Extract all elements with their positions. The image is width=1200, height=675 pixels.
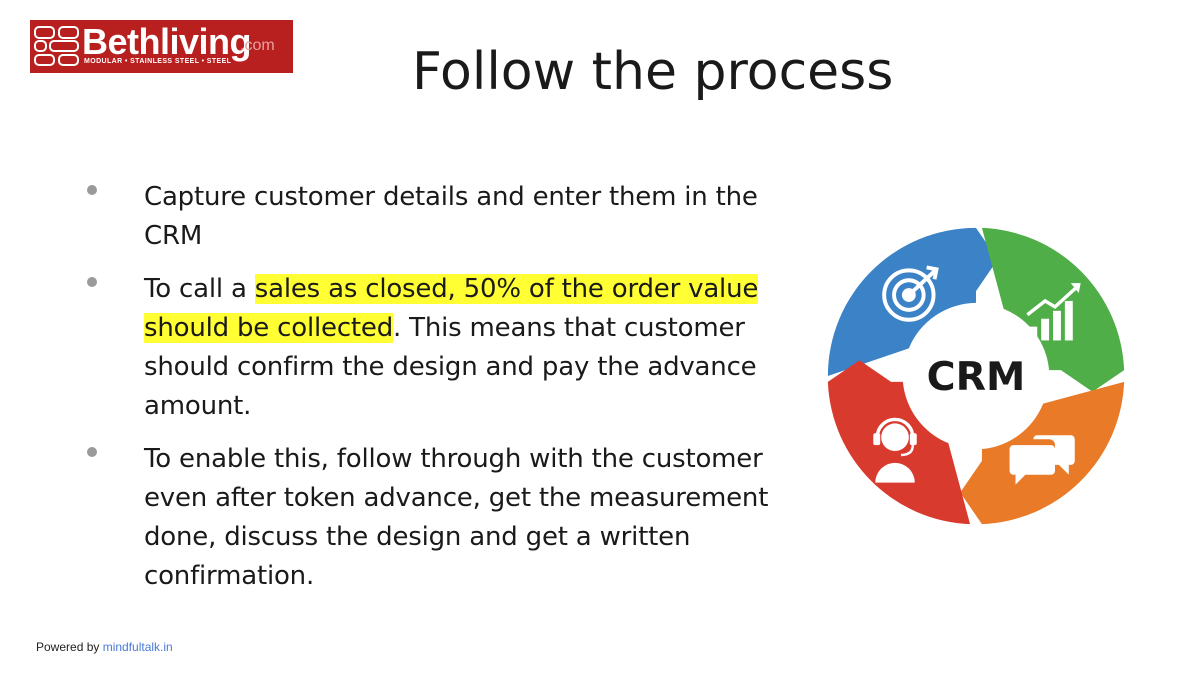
bullet-dot-icon (87, 447, 97, 457)
page-title: Follow the process (412, 42, 894, 102)
bullet-item: To call a sales as closed, 50% of the or… (84, 270, 814, 426)
footer-prefix: Powered by (36, 640, 103, 654)
bullet-item: Capture customer details and enter them … (84, 178, 814, 256)
bullet-dot-icon (87, 277, 97, 287)
logo-blocks-icon (34, 26, 80, 66)
bullet-text-start: To call a (144, 274, 255, 304)
brand-logo: Bethliving .com MODULAR • STAINLESS STEE… (30, 20, 293, 73)
bullet-list: Capture customer details and enter them … (84, 178, 814, 610)
footer: Powered by mindfultalk.in (36, 640, 173, 654)
bullet-text: Capture customer details and enter them … (144, 182, 758, 251)
logo-tagline: MODULAR • STAINLESS STEEL • STEEL (84, 58, 232, 65)
crm-center-label: CRM (927, 354, 1026, 400)
logo-name: Bethliving (82, 21, 252, 62)
footer-link[interactable]: mindfultalk.in (103, 640, 173, 654)
logo-suffix: .com (240, 37, 275, 54)
bullet-item: To enable this, follow through with the … (84, 440, 814, 596)
crm-cycle-diagram: CRM (827, 227, 1125, 525)
bullet-text: To enable this, follow through with the … (144, 444, 769, 591)
bullet-dot-icon (87, 185, 97, 195)
